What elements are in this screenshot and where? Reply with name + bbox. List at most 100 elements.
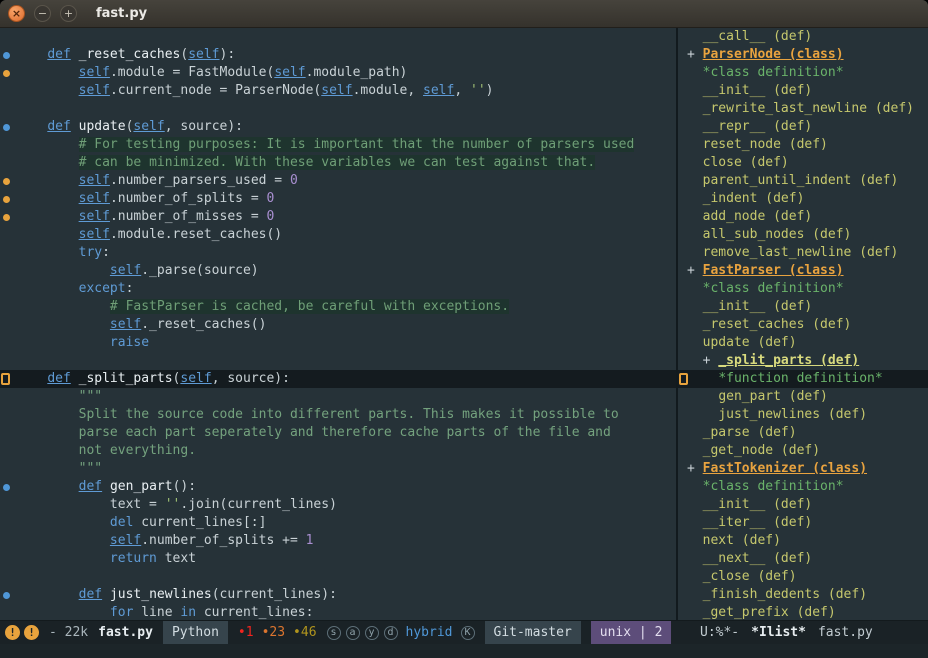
flycheck-count[interactable]: •46 xyxy=(293,625,316,640)
code-line[interactable]: self.module.reset_caches() xyxy=(0,226,676,244)
outline-item[interactable]: _reset_caches (def) xyxy=(678,316,928,334)
outline-item[interactable]: _finish_dedents (def) xyxy=(678,586,928,604)
outline-item[interactable]: __call__ (def) xyxy=(678,28,928,46)
token xyxy=(16,605,110,620)
outline-item[interactable]: add_node (def) xyxy=(678,208,928,226)
code-line[interactable]: def update(self, source): xyxy=(0,118,676,136)
code-line[interactable]: self._parse(source) xyxy=(0,262,676,280)
code-line[interactable]: self.number_of_splits += 1 xyxy=(0,532,676,550)
code-line[interactable]: self.number_parsers_used = 0 xyxy=(0,172,676,190)
close-button[interactable]: × xyxy=(8,5,25,22)
code-line[interactable]: def gen_part(): xyxy=(0,478,676,496)
outline-item[interactable]: just_newlines (def) xyxy=(678,406,928,424)
outline-item[interactable]: _parse (def) xyxy=(678,424,928,442)
outline-item[interactable]: *class definition* xyxy=(678,64,928,82)
maximize-button[interactable]: + xyxy=(60,5,77,22)
minor-mode-icon[interactable]: s xyxy=(327,626,341,640)
code-line[interactable]: except: xyxy=(0,280,676,298)
code-editor-pane[interactable]: def _reset_caches(self): self.module = F… xyxy=(0,28,676,620)
minor-modes[interactable]: saydhybrid K xyxy=(327,625,475,640)
warning-indicator-icon[interactable]: ! xyxy=(24,625,39,640)
code-line[interactable]: del current_lines[:] xyxy=(0,514,676,532)
outline-item[interactable]: + _split_parts (def) xyxy=(678,352,928,370)
outline-item[interactable]: gen_part (def) xyxy=(678,388,928,406)
token: self xyxy=(133,119,164,134)
outline-item[interactable]: remove_last_newline (def) xyxy=(678,244,928,262)
token: + xyxy=(687,461,703,476)
buffer-name[interactable]: fast.py xyxy=(98,625,153,640)
outline-item[interactable]: __init__ (def) xyxy=(678,298,928,316)
code-line[interactable]: self.module = FastModule(self.module_pat… xyxy=(0,64,676,82)
code-line[interactable]: not everything. xyxy=(0,442,676,460)
flycheck-count[interactable]: •23 xyxy=(262,625,285,640)
token: 0 xyxy=(266,191,274,206)
token xyxy=(16,443,79,458)
outline-item[interactable]: *class definition* xyxy=(678,478,928,496)
flycheck-count[interactable]: •1 xyxy=(238,625,254,640)
outline-item[interactable]: + FastTokenizer (class) xyxy=(678,460,928,478)
encoding-segment[interactable]: unix | 2 xyxy=(591,621,672,645)
code-line[interactable]: # FastParser is cached, be careful with … xyxy=(0,298,676,316)
imenu-outline-pane[interactable]: __call__ (def)+ ParserNode (class) *clas… xyxy=(678,28,928,620)
outline-item[interactable]: + ParserNode (class) xyxy=(678,46,928,64)
code-line[interactable]: def _reset_caches(self): xyxy=(0,46,676,64)
code-line[interactable] xyxy=(0,352,676,370)
outline-item[interactable]: _get_prefix (def) xyxy=(678,604,928,620)
minimize-button[interactable]: − xyxy=(34,5,51,22)
code-line[interactable]: # can be minimized. With these variables… xyxy=(0,154,676,172)
outline-item[interactable]: reset_node (def) xyxy=(678,136,928,154)
outline-item[interactable]: + FastParser (class) xyxy=(678,262,928,280)
code-line[interactable]: # For testing purposes: It is important … xyxy=(0,136,676,154)
code-line[interactable]: """ xyxy=(0,388,676,406)
code-line[interactable]: self._reset_caches() xyxy=(0,316,676,334)
outline-item[interactable]: close (def) xyxy=(678,154,928,172)
outline-item[interactable]: all_sub_nodes (def) xyxy=(678,226,928,244)
token xyxy=(687,443,703,458)
minor-mode-icon[interactable]: y xyxy=(365,626,379,640)
error-indicator-icon[interactable]: ! xyxy=(5,625,20,640)
outline-item[interactable]: update (def) xyxy=(678,334,928,352)
outline-item[interactable]: __next__ (def) xyxy=(678,550,928,568)
vc-branch[interactable]: Git-master xyxy=(485,621,581,645)
code-line[interactable] xyxy=(0,100,676,118)
outline-item[interactable]: _get_node (def) xyxy=(678,442,928,460)
major-mode[interactable]: Python xyxy=(163,621,228,645)
code-line[interactable]: text = ''.join(current_lines) xyxy=(0,496,676,514)
token: just_newlines (def) xyxy=(718,407,867,422)
minor-mode-icon[interactable]: a xyxy=(346,626,360,640)
right-buffer-name[interactable]: *Ilist* xyxy=(751,625,806,640)
outline-item[interactable]: __repr__ (def) xyxy=(678,118,928,136)
token xyxy=(687,227,703,242)
code-line[interactable] xyxy=(0,568,676,586)
titlebar[interactable]: × − + fast.py xyxy=(0,0,928,28)
code-line[interactable]: try: xyxy=(0,244,676,262)
code-line[interactable]: def just_newlines(current_lines): xyxy=(0,586,676,604)
outline-item[interactable]: _rewrite_last_newline (def) xyxy=(678,100,928,118)
minor-mode-icon[interactable]: d xyxy=(384,626,398,640)
outline-item[interactable]: *class definition* xyxy=(678,280,928,298)
code-line[interactable]: self.number_of_splits = 0 xyxy=(0,190,676,208)
code-line[interactable]: parse each part seperately and therefore… xyxy=(0,424,676,442)
code-line[interactable]: """ xyxy=(0,460,676,478)
minibuffer-echo-area[interactable] xyxy=(0,644,928,658)
code-line[interactable] xyxy=(0,28,676,46)
token: line xyxy=(133,605,180,620)
code-line[interactable]: def _split_parts(self, source): xyxy=(0,370,676,388)
editing-style-indicator[interactable]: hybrid xyxy=(406,625,453,640)
outline-item[interactable]: *function definition* xyxy=(678,370,928,388)
outline-item[interactable]: _close (def) xyxy=(678,568,928,586)
outline-item[interactable]: __init__ (def) xyxy=(678,496,928,514)
outline-item[interactable]: _indent (def) xyxy=(678,190,928,208)
outline-item[interactable]: parent_until_indent (def) xyxy=(678,172,928,190)
outline-item[interactable]: next (def) xyxy=(678,532,928,550)
code-line[interactable]: self.current_node = ParserNode(self.modu… xyxy=(0,82,676,100)
outline-item[interactable]: __init__ (def) xyxy=(678,82,928,100)
minor-mode-icon[interactable]: K xyxy=(461,626,475,640)
code-line[interactable]: self.number_of_misses = 0 xyxy=(0,208,676,226)
code-line[interactable]: raise xyxy=(0,334,676,352)
code-line[interactable]: Split the source code into different par… xyxy=(0,406,676,424)
flycheck-counts[interactable]: •1 •23 •46 xyxy=(238,625,317,640)
code-line[interactable]: for line in current_lines: xyxy=(0,604,676,620)
outline-item[interactable]: __iter__ (def) xyxy=(678,514,928,532)
code-line[interactable]: return text xyxy=(0,550,676,568)
